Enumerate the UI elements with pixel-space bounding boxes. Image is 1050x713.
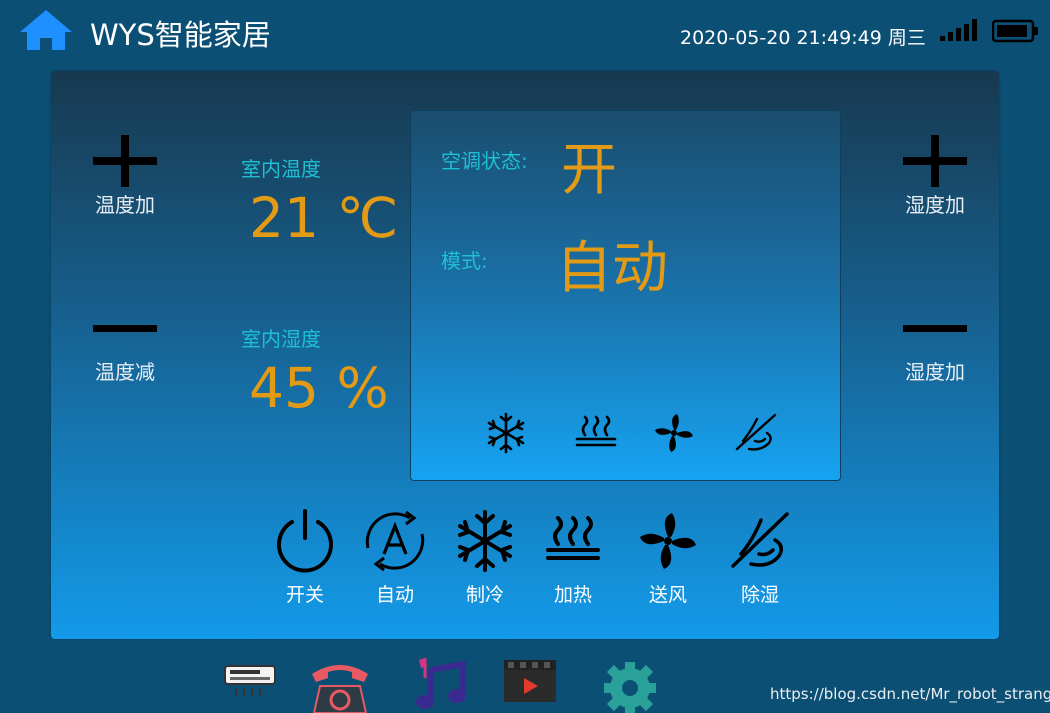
humidity-down-button[interactable]: 湿度加	[885, 322, 985, 385]
fan-icon	[655, 414, 693, 452]
minus-icon	[903, 325, 967, 332]
power-icon	[277, 509, 333, 573]
dehumidify-icon	[735, 413, 777, 451]
temp-down-label: 温度减	[95, 360, 155, 384]
dehumidify-label: 除湿	[740, 584, 779, 606]
ac-mode-label: 模式:	[441, 249, 488, 273]
heating-button[interactable]: 加热	[528, 508, 618, 607]
humidity-up-label: 湿度加	[905, 193, 965, 217]
app-title: WYS智能家居	[90, 18, 271, 52]
indoor-temperature-label: 室内温度	[241, 157, 321, 181]
telephone-icon[interactable]	[308, 656, 372, 713]
snowflake-icon	[458, 510, 512, 572]
ac-status-panel: 空调状态: 开 模式: 自动	[410, 110, 841, 481]
signal-strength-icon	[940, 19, 977, 41]
temp-up-label: 温度加	[95, 193, 155, 217]
humidity-down-label: 湿度加	[905, 360, 965, 384]
heating-label: 加热	[553, 584, 592, 606]
cooling-label: 制冷	[465, 584, 504, 606]
fan-label: 送风	[648, 584, 687, 606]
dehumidify-button[interactable]: 除湿	[715, 508, 805, 607]
ac-state-label: 空调状态:	[441, 149, 528, 173]
top-bar: WYS智能家居 2020-05-20 21:49:49 周三	[0, 0, 1050, 62]
dehumidify-icon	[731, 512, 789, 568]
plus-icon	[93, 135, 157, 187]
ac-mode-value: 自动	[556, 236, 668, 301]
power-label: 开关	[285, 584, 324, 606]
battery-icon	[992, 19, 1038, 43]
datetime-display: 2020-05-20 21:49:49 周三	[680, 27, 926, 49]
home-icon[interactable]	[18, 8, 74, 52]
auto-mode-icon	[365, 510, 425, 572]
indoor-temperature-value: 21 ℃	[249, 186, 399, 250]
plus-icon	[903, 135, 967, 187]
watermark-url: https://blog.csdn.net/Mr_robot_strange	[770, 685, 1050, 703]
humidity-up-button[interactable]: 湿度加	[885, 135, 985, 218]
ac-state-value: 开	[561, 138, 617, 203]
indoor-humidity-label: 室内湿度	[241, 327, 321, 351]
minus-icon	[93, 325, 157, 332]
cooling-button[interactable]: 制冷	[440, 508, 530, 607]
temp-up-button[interactable]: 温度加	[75, 135, 175, 218]
power-button[interactable]: 开关	[260, 508, 350, 607]
indoor-humidity-value: 45 %	[249, 356, 389, 420]
fan-icon	[640, 513, 696, 569]
music-icon[interactable]	[413, 656, 469, 713]
fan-button[interactable]: 送风	[623, 508, 713, 607]
video-icon[interactable]	[502, 656, 558, 713]
snowflake-icon	[487, 412, 525, 454]
auto-mode-label: 自动	[375, 584, 414, 606]
heat-icon	[546, 516, 600, 560]
heat-icon	[575, 415, 617, 447]
settings-gear-icon[interactable]	[598, 656, 662, 713]
temp-down-button[interactable]: 温度减	[75, 322, 175, 385]
air-conditioner-icon[interactable]	[222, 656, 278, 713]
auto-mode-button[interactable]: 自动	[350, 508, 440, 607]
